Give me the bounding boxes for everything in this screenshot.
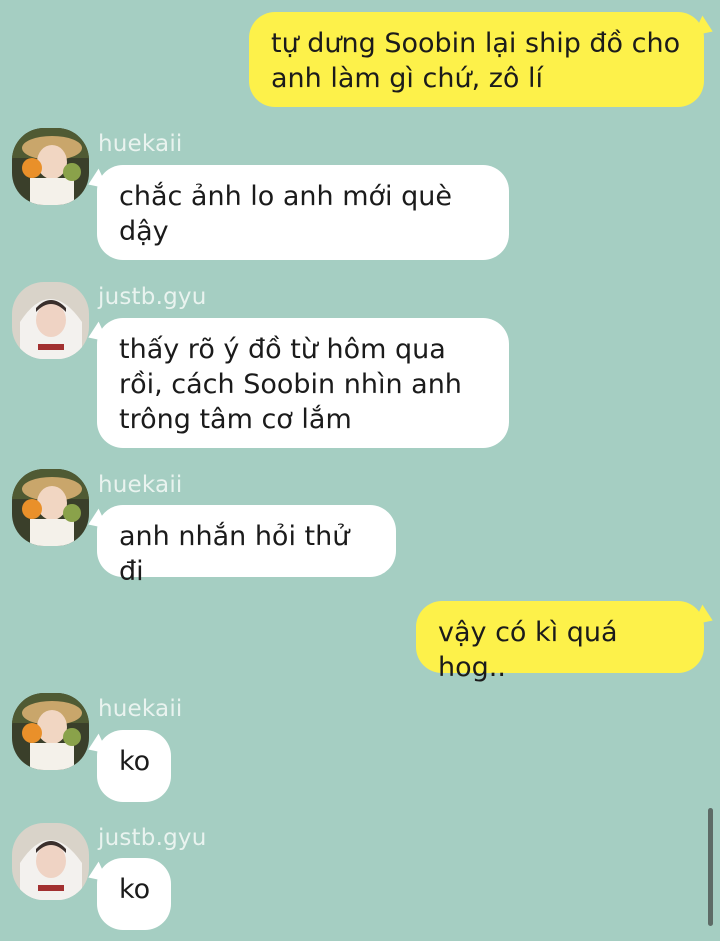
chat-window[interactable]: tự dưng Soobin lại ship đồ cho anh làm g…: [0, 0, 720, 941]
avatar-justb-gyu[interactable]: [12, 823, 89, 900]
message-text: thấy rõ ý đồ từ hôm qua rồi, cách Soobin…: [119, 334, 462, 435]
message-bubble-incoming[interactable]: ko: [97, 730, 171, 802]
message-text: anh nhắn hỏi thử đi: [119, 521, 350, 587]
message-text: chắc ảnh lo anh mới què dậy: [119, 181, 453, 247]
message-bubble-incoming[interactable]: ko: [97, 858, 171, 930]
avatar-huekaii[interactable]: [12, 469, 89, 546]
sender-name: huekaii: [98, 131, 183, 157]
message-text: ko: [119, 746, 151, 777]
sender-name: justb.gyu: [98, 825, 207, 851]
message-bubble-incoming[interactable]: anh nhắn hỏi thử đi: [97, 505, 396, 587]
scrollbar[interactable]: [708, 808, 713, 926]
sender-name: huekaii: [98, 472, 183, 498]
sender-name: justb.gyu: [98, 284, 207, 310]
message-bubble-outgoing[interactable]: vậy có kì quá hog..: [416, 601, 704, 683]
message-bubble-incoming[interactable]: chắc ảnh lo anh mới què dậy: [97, 165, 509, 260]
sender-name: huekaii: [98, 696, 183, 722]
avatar-huekaii[interactable]: [12, 693, 89, 770]
message-bubble-outgoing[interactable]: tự dưng Soobin lại ship đồ cho anh làm g…: [249, 12, 704, 107]
message-text: ko: [119, 874, 151, 905]
message-bubble-incoming[interactable]: thấy rõ ý đồ từ hôm qua rồi, cách Soobin…: [97, 318, 509, 448]
message-text: tự dưng Soobin lại ship đồ cho anh làm g…: [271, 28, 681, 94]
message-text: vậy có kì quá hog..: [438, 617, 618, 683]
avatar-justb-gyu[interactable]: [12, 282, 89, 359]
avatar-huekaii[interactable]: [12, 128, 89, 205]
